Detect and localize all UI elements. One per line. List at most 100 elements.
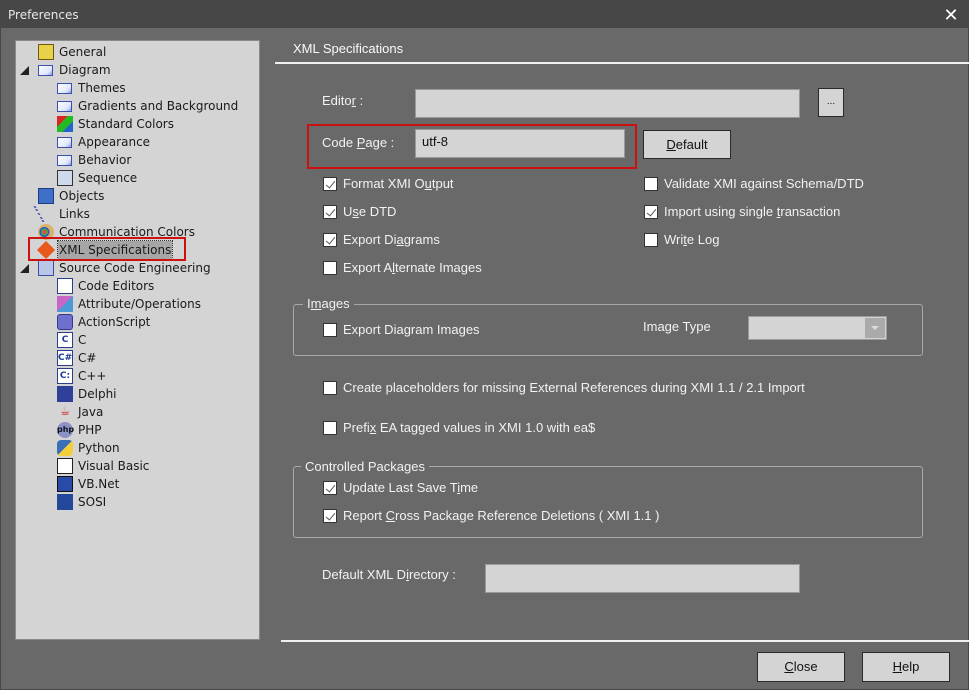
tree-item[interactable]: Python [16, 439, 256, 457]
expand-collapse-icon[interactable] [20, 264, 29, 273]
checkbox-box[interactable] [323, 323, 337, 337]
tree-item[interactable]: Appearance [16, 133, 256, 151]
checkbox-label: Format XMI Output [343, 176, 454, 191]
tree-item[interactable]: C: C++ [16, 367, 256, 385]
checkbox-box[interactable] [644, 205, 658, 219]
actionscript-icon [57, 314, 73, 330]
diagram-page-icon [57, 155, 72, 166]
tree-item[interactable]: Visual Basic [16, 457, 256, 475]
checkbox-box[interactable] [323, 509, 337, 523]
sosi-icon [57, 494, 73, 510]
checkbox-box[interactable] [323, 261, 337, 275]
tree-item[interactable]: SOSI [16, 493, 256, 511]
tree-item[interactable]: Objects [16, 187, 256, 205]
vbnet-icon [57, 476, 73, 492]
checkbox-label: Import using single transaction [664, 204, 841, 219]
tree-item-label: PHP [78, 423, 102, 437]
checkbox-box[interactable] [644, 233, 658, 247]
links-icon [33, 206, 59, 222]
checkbox-box[interactable] [323, 205, 337, 219]
code-page-input[interactable]: utf-8 [415, 129, 625, 158]
tree-item[interactable]: ActionScript [16, 313, 256, 331]
tree-item-label: General [59, 45, 107, 59]
tree-item-label: Appearance [78, 135, 151, 149]
footer-divider [281, 640, 969, 642]
checkbox-label: Write Log [664, 232, 720, 247]
sequence-icon [57, 170, 73, 186]
checkbox-label: Export Alternate Images [343, 260, 482, 275]
default-button[interactable]: Default [643, 130, 731, 159]
tree-item[interactable]: Gradients and Background [16, 97, 256, 115]
controlled-packages-label: Controlled Packages [301, 459, 429, 474]
tree-item-label: Links [59, 207, 90, 221]
default-xml-directory-input[interactable] [485, 564, 800, 593]
preferences-dialog: Preferences ✕ General Diagram Themes Gradie… [0, 0, 969, 690]
image-type-select[interactable] [748, 316, 887, 340]
browse-editor-button[interactable]: ... [818, 88, 844, 117]
tree-item[interactable]: VB.Net [16, 475, 256, 493]
chevron-down-icon[interactable] [865, 318, 885, 338]
tree-item[interactable]: Attribute/Operations [16, 295, 256, 313]
editor-label: Editor : [322, 93, 364, 108]
tree-item-label: Code Editors [78, 279, 155, 293]
tree-item[interactable]: C# C# [16, 349, 256, 367]
standard-colors-icon [57, 116, 73, 132]
images-group-label: Images [303, 296, 354, 311]
tree-item-label: Sequence [78, 171, 138, 185]
tree-item[interactable]: ☕ Java [16, 403, 256, 421]
expand-collapse-icon[interactable] [20, 66, 29, 75]
close-icon[interactable]: ✕ [941, 5, 961, 25]
tree-item-label: Behavior [78, 153, 132, 167]
tree-item[interactable]: CC [16, 331, 256, 349]
checkbox-box[interactable] [644, 177, 658, 191]
default-xml-directory-label: Default XML Directory : [322, 567, 456, 582]
diagram-page-icon [38, 65, 53, 76]
php-icon: php [57, 422, 74, 438]
title-divider [275, 62, 969, 64]
tree-item[interactable]: General [16, 43, 256, 61]
selection-highlight-frame [28, 237, 186, 261]
tree-item-label: Source Code Engineering [59, 261, 211, 275]
tree-item[interactable]: Code Editors [16, 277, 256, 295]
checkbox-label: Validate XMI against Schema/DTD [664, 176, 864, 191]
tree-item-label: Java [78, 405, 104, 419]
delphi-icon [57, 386, 73, 402]
tree-item[interactable]: Delphi [16, 385, 256, 403]
editor-input[interactable] [415, 89, 800, 118]
visual-basic-icon [57, 458, 73, 474]
image-type-label: Image Type [643, 319, 711, 334]
diagram-page-icon [57, 137, 72, 148]
tree-item[interactable]: Sequence [16, 169, 256, 187]
tree-item[interactable]: Standard Colors [16, 115, 256, 133]
controlled-packages-group [293, 466, 923, 538]
tree-item[interactable]: Behavior [16, 151, 256, 169]
tree-item-label: VB.Net [78, 477, 120, 491]
preferences-tree[interactable]: General Diagram Themes Gradients and Backgr… [15, 40, 260, 640]
tree-item-label: C [78, 333, 87, 347]
help-button[interactable]: Help [862, 652, 950, 682]
source-code-icon [38, 260, 54, 276]
tree-item-label: Python [78, 441, 120, 455]
code-editor-icon [57, 278, 73, 294]
checkbox-label: Use DTD [343, 204, 397, 219]
checkbox-box[interactable] [323, 481, 337, 495]
tree-item[interactable]: Diagram [16, 61, 256, 79]
tree-item[interactable]: Source Code Engineering [16, 259, 256, 277]
general-settings-icon [38, 44, 54, 60]
java-icon: ☕ [60, 405, 70, 418]
python-icon [57, 440, 73, 456]
checkbox-box[interactable] [323, 421, 337, 435]
objects-icon [38, 188, 54, 204]
tree-item-label: Themes [78, 81, 126, 95]
tree-item-label: Gradients and Background [78, 99, 239, 113]
tree-item[interactable]: Links [16, 205, 256, 223]
tree-item[interactable]: Themes [16, 79, 256, 97]
checkbox-box[interactable] [323, 233, 337, 247]
close-button[interactable]: Close [757, 652, 845, 682]
tree-item-label: Standard Colors [78, 117, 174, 131]
checkbox-box[interactable] [323, 381, 337, 395]
checkbox-box[interactable] [323, 177, 337, 191]
tree-item-label: Attribute/Operations [78, 297, 201, 311]
tree-item[interactable]: php PHP [16, 421, 256, 439]
tree-item-label: C# [78, 351, 97, 365]
